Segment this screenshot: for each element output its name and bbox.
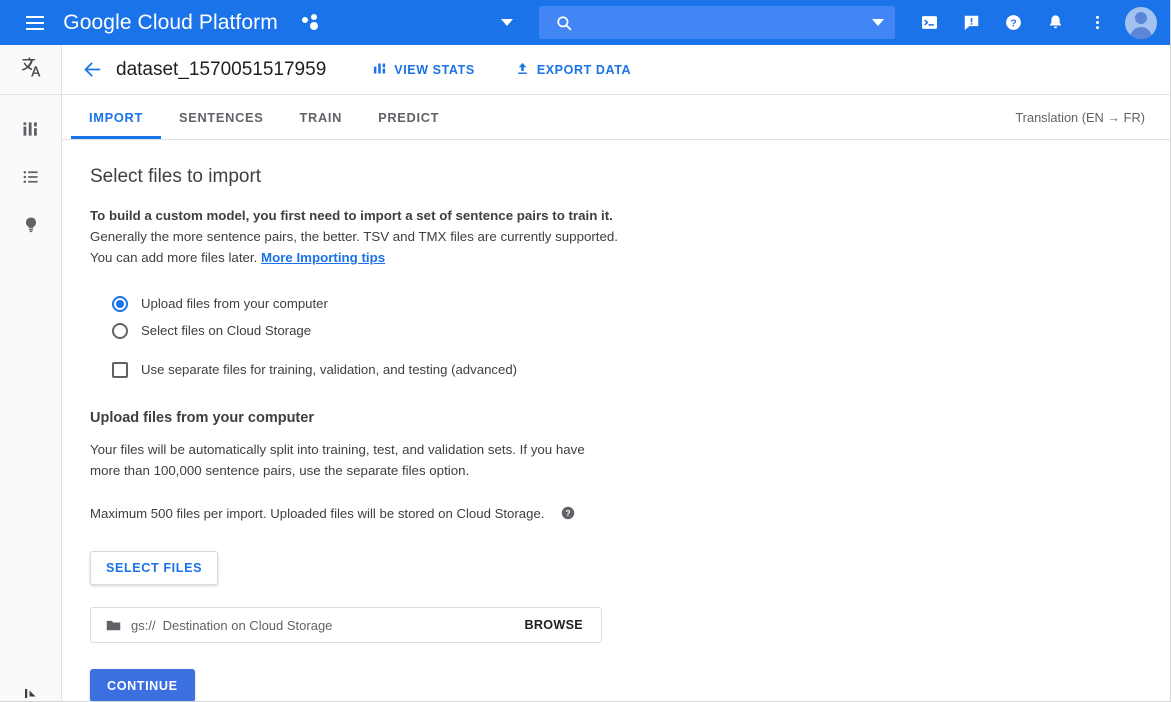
translate-icon — [18, 54, 44, 85]
dashboard-icon — [21, 119, 41, 144]
sidebar-item-list[interactable] — [0, 155, 61, 203]
tab-train-label: TRAIN — [300, 110, 343, 125]
export-data-button[interactable]: EXPORT DATA — [515, 61, 631, 79]
hamburger-bar — [26, 16, 44, 18]
max-files-note: Maximum 500 files per import. Uploaded f… — [90, 505, 1170, 521]
lightbulb-icon — [21, 215, 41, 240]
intro-line-1: To build a custom model, you first need … — [90, 205, 1170, 226]
checkbox-separate-files[interactable]: Use separate files for training, validat… — [90, 356, 1170, 383]
upload-section-heading: Upload files from your computer — [90, 410, 1170, 426]
search-dropdown-caret[interactable] — [861, 19, 895, 26]
search-icon — [555, 14, 573, 32]
continue-button[interactable]: CONTINUE — [90, 669, 195, 702]
import-panel: Select files to import To build a custom… — [62, 140, 1170, 702]
select-files-button[interactable]: SELECT FILES — [90, 551, 218, 585]
chevron-down-icon — [501, 19, 513, 26]
left-rail — [0, 45, 62, 702]
app-window: Google Cloud Platform — [0, 0, 1171, 702]
translation-direction-label: Translation (EN → FR) — [1015, 95, 1145, 139]
dot — [311, 14, 317, 20]
section-heading: Select files to import — [90, 166, 1170, 188]
checkbox-icon-unchecked — [112, 362, 128, 378]
tab-train[interactable]: TRAIN — [282, 95, 361, 139]
help-circle-icon[interactable]: ? — [560, 505, 576, 521]
gs-prefix-label: gs:// — [131, 618, 156, 633]
export-data-label: EXPORT DATA — [537, 63, 631, 77]
tab-predict[interactable]: PREDICT — [360, 95, 457, 139]
max-files-note-text: Maximum 500 files per import. Uploaded f… — [90, 506, 544, 521]
radio-icon-selected — [112, 296, 128, 312]
collapse-icon[interactable] — [0, 684, 62, 702]
tab-predict-label: PREDICT — [378, 110, 439, 125]
view-stats-label: VIEW STATS — [394, 63, 475, 77]
tab-bar: IMPORT SENTENCES TRAIN PREDICT Translati… — [62, 95, 1170, 140]
radio-cloud-storage-label: Select files on Cloud Storage — [141, 323, 311, 338]
avatar[interactable] — [1125, 7, 1157, 39]
radio-icon-unselected — [112, 323, 128, 339]
help-icon[interactable]: ? — [993, 0, 1033, 45]
project-selector-dots-icon[interactable] — [298, 10, 324, 36]
project-dropdown-caret[interactable] — [494, 0, 521, 45]
feedback-icon[interactable] — [951, 0, 991, 45]
more-vert-icon[interactable] — [1077, 0, 1117, 45]
sidebar-item-lightbulb[interactable] — [0, 203, 61, 251]
hamburger-bar — [26, 22, 44, 24]
hamburger-bar — [26, 28, 44, 30]
dot — [310, 22, 318, 30]
checkbox-separate-files-label: Use separate files for training, validat… — [141, 362, 517, 377]
source-radio-group: Upload files from your computer Select f… — [90, 290, 1170, 383]
intro-line-3: You can add more files later. More Impor… — [90, 247, 1170, 268]
search-box[interactable] — [539, 6, 895, 39]
upload-section-line-2: more than 100,000 sentence pairs, use th… — [90, 460, 1170, 481]
destination-input[interactable] — [161, 617, 525, 634]
list-icon — [21, 167, 41, 192]
tab-import[interactable]: IMPORT — [71, 95, 161, 139]
page-title: dataset_1570051517959 — [116, 59, 326, 81]
brand-title: Google Cloud Platform — [63, 11, 278, 35]
radio-select-cloud-storage[interactable]: Select files on Cloud Storage — [90, 317, 1170, 344]
dataset-sub-header: dataset_1570051517959 VIEW STATS — [62, 45, 1170, 95]
hamburger-menu-icon[interactable] — [12, 0, 57, 45]
tab-sentences[interactable]: SENTENCES — [161, 95, 282, 139]
top-header: Google Cloud Platform — [0, 0, 1171, 45]
rail-items — [0, 95, 61, 251]
view-stats-button[interactable]: VIEW STATS — [372, 61, 475, 79]
search-input[interactable] — [573, 15, 861, 31]
chevron-down-icon — [872, 19, 884, 26]
back-arrow-icon[interactable] — [80, 58, 104, 82]
bar-chart-icon — [372, 61, 387, 79]
content-area: dataset_1570051517959 VIEW STATS — [62, 45, 1170, 702]
cloud-shell-icon[interactable] — [909, 0, 949, 45]
intro-line-3-text: You can add more files later. — [90, 250, 257, 265]
radio-upload-from-computer[interactable]: Upload files from your computer — [90, 290, 1170, 317]
svg-text:?: ? — [566, 508, 571, 518]
more-importing-tips-link[interactable]: More Importing tips — [261, 250, 385, 265]
svg-text:?: ? — [1010, 18, 1016, 29]
dot — [302, 17, 308, 23]
sidebar-item-dashboard[interactable] — [0, 107, 61, 155]
cloud-storage-destination-field[interactable]: gs:// BROWSE — [90, 607, 602, 643]
rail-app-icon-wrap[interactable] — [0, 45, 61, 95]
upload-icon — [515, 61, 530, 79]
upload-section-line-1: Your files will be automatically split i… — [90, 439, 1170, 460]
tab-sentences-label: SENTENCES — [179, 110, 264, 125]
intro-line-2: Generally the more sentence pairs, the b… — [90, 226, 1170, 247]
browse-button[interactable]: BROWSE — [525, 618, 583, 632]
tab-import-label: IMPORT — [89, 110, 143, 125]
folder-icon — [105, 617, 122, 634]
header-icon-group: ? — [909, 0, 1117, 45]
notifications-icon[interactable] — [1035, 0, 1075, 45]
radio-upload-label: Upload files from your computer — [141, 296, 328, 311]
